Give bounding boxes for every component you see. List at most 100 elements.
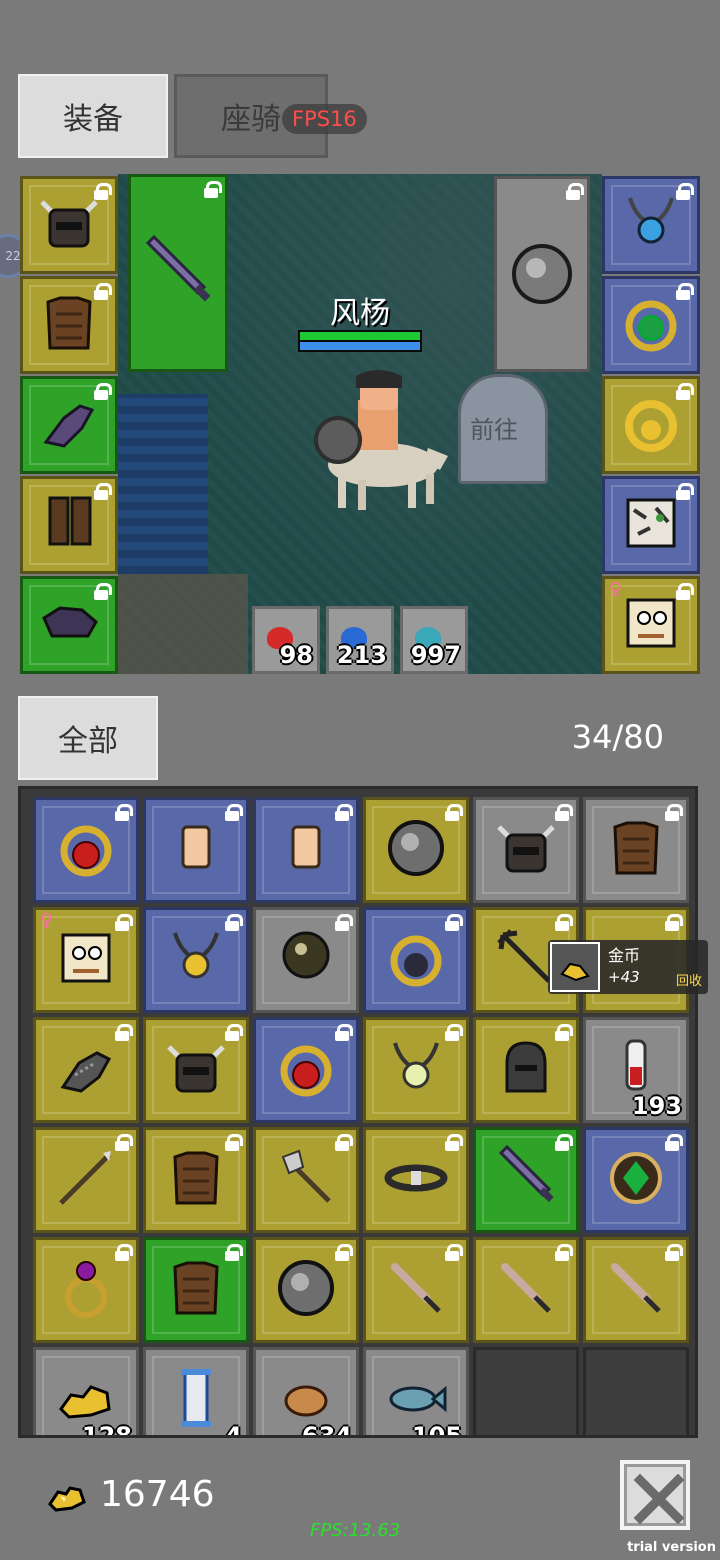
pet-egg-icon: [51, 923, 121, 997]
fps-badge: FPS16: [282, 104, 367, 134]
round-shield-icon: [381, 813, 451, 887]
lock-icon: [565, 183, 584, 200]
hero-on-mount-sprite: [314, 370, 448, 510]
purple-gauntlet-icon: [34, 388, 104, 462]
gold-coin-icon: [48, 1486, 86, 1512]
item-slot[interactable]: [363, 797, 469, 903]
red-ring-icon: [271, 1033, 341, 1107]
item-slot[interactable]: 4: [143, 1347, 249, 1438]
dagger-icon: [491, 1253, 561, 1327]
dirt-tile: [118, 574, 248, 674]
item-slot[interactable]: [473, 1237, 579, 1343]
dagger-icon: [381, 1253, 451, 1327]
item-slot[interactable]: ♀: [33, 907, 139, 1013]
item-slot[interactable]: 128: [33, 1347, 139, 1435]
item-slot[interactable]: [20, 276, 118, 374]
gold-amount: 16746: [100, 1474, 215, 1515]
iron-helmet-icon: [491, 1033, 561, 1107]
light-amulet-icon: [381, 1033, 451, 1107]
spear-icon: [51, 1143, 121, 1217]
scroll-card-icon: [271, 813, 341, 887]
item-slot[interactable]: [253, 1127, 359, 1233]
dark-orb-icon: [271, 923, 341, 997]
item-slot[interactable]: 193: [583, 1017, 689, 1123]
item-slot[interactable]: [20, 376, 118, 474]
recycle-button[interactable]: 回收: [676, 970, 702, 989]
item-slot[interactable]: [20, 576, 118, 674]
item-slot[interactable]: 634: [253, 1347, 359, 1438]
leather-armor-icon: [161, 1143, 231, 1217]
dagger-icon: [601, 1253, 671, 1327]
mp-potion-slot[interactable]: 213: [326, 606, 394, 674]
item-slot[interactable]: [583, 1237, 689, 1343]
item-slot[interactable]: [143, 797, 249, 903]
cyan-potion-slot[interactable]: 997: [400, 606, 468, 674]
leather-boots-icon: [34, 488, 104, 562]
item-quantity: 634: [301, 1422, 352, 1438]
item-slot[interactable]: [473, 1347, 579, 1435]
hp-bar: [298, 330, 422, 342]
item-slot[interactable]: [602, 276, 700, 374]
item-quantity: 4: [225, 1422, 242, 1438]
tab-all-items[interactable]: 全部: [18, 696, 158, 780]
item-slot[interactable]: [602, 476, 700, 574]
blue-amulet-icon: [616, 188, 686, 262]
purple-sword-icon: [145, 234, 211, 302]
item-slot[interactable]: [363, 1017, 469, 1123]
item-slot[interactable]: [253, 797, 359, 903]
item-slot[interactable]: [253, 1017, 359, 1123]
tombstone-text: 前往: [470, 416, 518, 444]
water-tile: [118, 394, 208, 574]
item-slot[interactable]: [583, 797, 689, 903]
weapon-slot[interactable]: [128, 174, 228, 372]
item-slot[interactable]: [33, 1017, 139, 1123]
hp-potion-slot[interactable]: 98: [252, 606, 320, 674]
lock-icon: [203, 181, 222, 198]
item-slot[interactable]: [143, 1017, 249, 1123]
item-slot[interactable]: [253, 1237, 359, 1343]
item-slot[interactable]: [253, 907, 359, 1013]
chain-gauntlet-icon: [51, 1033, 121, 1107]
item-slot[interactable]: [143, 1237, 249, 1343]
horned-helmet-icon: [34, 188, 104, 262]
item-slot[interactable]: [33, 1237, 139, 1343]
mp-bar: [298, 342, 422, 352]
item-slot[interactable]: 105: [363, 1347, 469, 1435]
item-slot[interactable]: [33, 1127, 139, 1233]
item-slot[interactable]: [583, 1347, 689, 1435]
tab-equipment[interactable]: 装备: [18, 74, 168, 158]
round-shield-icon: [512, 244, 572, 304]
female-symbol: ♀: [609, 579, 623, 600]
item-slot[interactable]: [473, 1017, 579, 1123]
item-slot[interactable]: [363, 1237, 469, 1343]
item-slot[interactable]: [143, 1127, 249, 1233]
lock-icon: [664, 914, 683, 931]
item-slot[interactable]: ♀: [602, 576, 700, 674]
item-slot[interactable]: [20, 176, 118, 274]
item-slot[interactable]: [583, 1127, 689, 1233]
green-ring-icon: [616, 288, 686, 362]
item-slot[interactable]: [363, 1127, 469, 1233]
offhand-slot[interactable]: [494, 176, 590, 372]
trial-watermark: trial version: [627, 1540, 716, 1555]
item-slot[interactable]: [33, 797, 139, 903]
gold-amulet-icon: [161, 923, 231, 997]
round-shield-icon: [271, 1253, 341, 1327]
close-button[interactable]: [620, 1460, 690, 1530]
item-slot[interactable]: [602, 376, 700, 474]
female-symbol: ♀: [40, 910, 54, 931]
item-slot[interactable]: [602, 176, 700, 274]
dark-ring-icon: [381, 923, 451, 997]
item-slot[interactable]: [473, 797, 579, 903]
cyan-potion-count: 997: [410, 641, 461, 669]
leather-armor-icon: [34, 288, 104, 362]
close-icon: [633, 1473, 685, 1525]
horned-helmet-icon: [491, 813, 561, 887]
item-slot[interactable]: [143, 907, 249, 1013]
item-slot[interactable]: [363, 907, 469, 1013]
item-slot[interactable]: [473, 1127, 579, 1233]
item-quantity: 193: [631, 1092, 682, 1120]
purple-cloak-icon: [34, 588, 104, 662]
item-slot[interactable]: [20, 476, 118, 574]
gold-ring-icon: [616, 388, 686, 462]
